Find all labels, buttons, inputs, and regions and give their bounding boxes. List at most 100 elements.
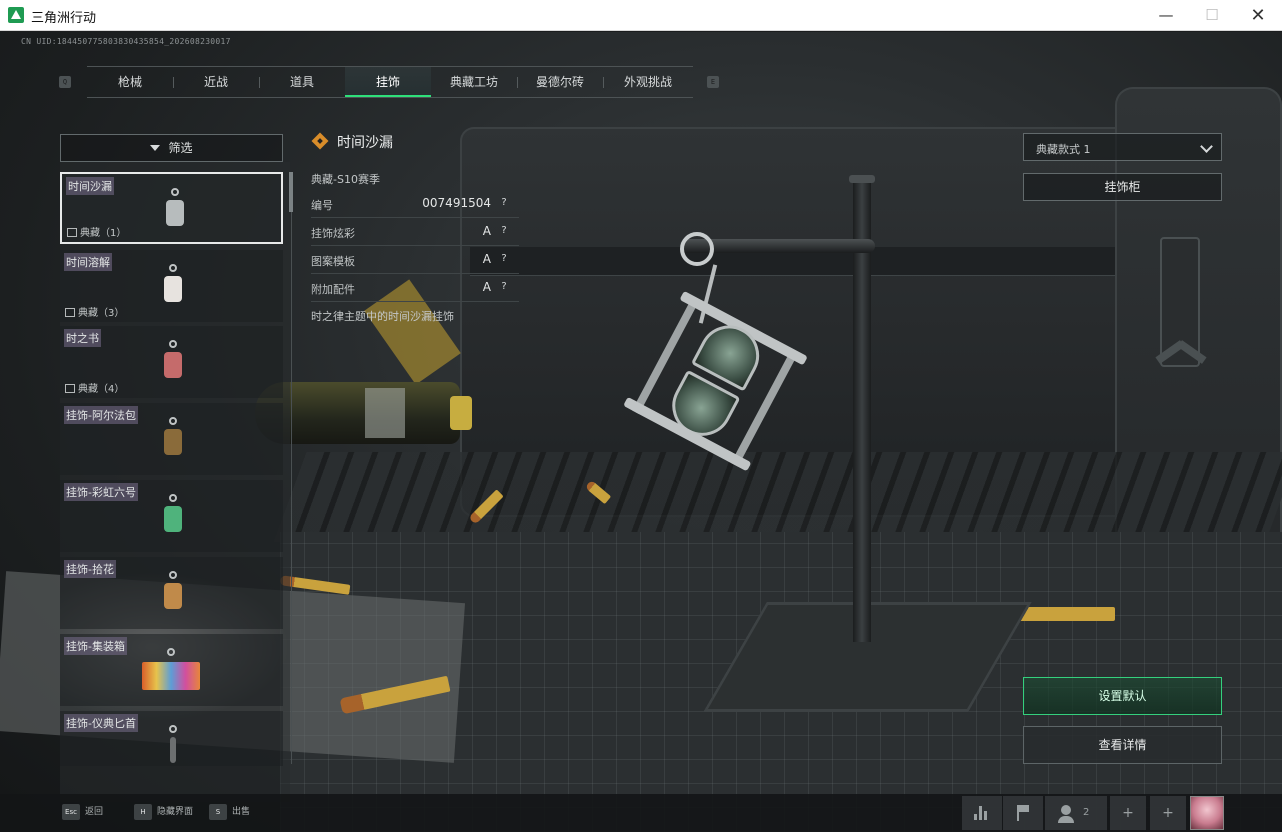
filter-label: 筛选: [168, 141, 193, 155]
tab-charms[interactable]: 挂饰: [345, 67, 431, 97]
friends-button[interactable]: 2: [1045, 796, 1107, 830]
property-row-pattern: 图案模板 A ?: [311, 246, 519, 274]
chevron-down-icon: [1200, 140, 1213, 153]
ring: [167, 648, 175, 656]
view-details-button[interactable]: 查看详情: [1023, 726, 1222, 764]
image-icon: [65, 308, 75, 317]
maximize-button[interactable]: ☐: [1189, 0, 1235, 31]
image-icon: [67, 228, 77, 237]
thumb-body: [170, 737, 176, 763]
thumb-body: [142, 662, 200, 690]
hint-label: 出售: [232, 807, 251, 817]
category-tabs: 枪械 近战 道具 挂饰 典藏工坊 曼德尔砖 外观挑战: [87, 66, 693, 98]
key-badge: S: [209, 803, 227, 820]
rarity-label: 典藏（4）: [78, 384, 125, 395]
key-badge: Esc: [62, 803, 80, 820]
property-value: A: [482, 224, 491, 238]
ring: [169, 340, 177, 348]
thumb-body: [164, 429, 182, 455]
property-row-attachment: 附加配件 A ?: [311, 274, 519, 302]
property-label: 图案模板: [311, 255, 355, 268]
list-item[interactable]: 时间沙漏 典藏（1）: [60, 172, 283, 244]
item-name: 挂饰-阿尔法包: [64, 406, 138, 424]
close-button[interactable]: ✕: [1235, 0, 1281, 31]
list-item[interactable]: 时间溶解 典藏（3）: [60, 250, 283, 322]
thumb-body: [164, 276, 182, 302]
charm-hook: [680, 232, 714, 266]
thumb-body: [164, 506, 182, 532]
list-item[interactable]: 挂饰-彩虹六号: [60, 480, 283, 552]
item-name: 挂饰-仪典匕首: [64, 714, 138, 732]
image-icon: [65, 384, 75, 393]
ring: [169, 264, 177, 272]
app-logo-icon: [8, 7, 24, 23]
help-icon[interactable]: ?: [497, 252, 511, 266]
help-icon[interactable]: ?: [497, 224, 511, 238]
tab-prev-key[interactable]: Q: [59, 76, 71, 88]
hint-hide-ui[interactable]: H 隐藏界面: [134, 801, 193, 823]
property-row-iridescence: 挂饰炫彩 A ?: [311, 218, 519, 246]
list-scrollbar[interactable]: [289, 172, 293, 212]
thumb-body: [164, 352, 182, 378]
hint-label: 隐藏界面: [157, 807, 194, 817]
list-divider: [291, 172, 292, 764]
bar-chart-icon: [974, 806, 990, 820]
set-default-button[interactable]: 设置默认: [1023, 677, 1222, 715]
item-rarity: 典藏（1）: [67, 224, 126, 239]
season-label: 典藏-S10赛季: [311, 173, 380, 186]
property-label: 附加配件: [311, 283, 355, 296]
add-slot-button[interactable]: +: [1150, 796, 1186, 830]
bottle-cap: [450, 396, 472, 430]
style-dropdown-value: 典藏款式 1: [1036, 143, 1091, 156]
ring: [169, 417, 177, 425]
list-item[interactable]: 挂饰-集装箱: [60, 634, 283, 706]
avatar[interactable]: [1190, 796, 1224, 830]
list-item[interactable]: 时之书 典藏（4）: [60, 326, 283, 398]
list-item[interactable]: 挂饰-拾花: [60, 557, 283, 629]
tab-melee[interactable]: 近战: [173, 67, 259, 97]
charm-list[interactable]: 时间沙漏 典藏（1） 时间溶解 典藏（3） 时之书 典藏（4） 挂饰-阿尔法包 …: [60, 172, 283, 766]
tab-next-key[interactable]: E: [707, 76, 719, 88]
tab-mandel-brick[interactable]: 曼德尔砖: [517, 67, 603, 97]
item-thumbnail: [158, 571, 188, 615]
style-dropdown[interactable]: 典藏款式 1: [1023, 133, 1222, 161]
bottle-label: [365, 388, 405, 438]
tab-props[interactable]: 道具: [259, 67, 345, 97]
hint-sell[interactable]: S 出售: [209, 801, 250, 823]
window-title: 三角洲行动: [31, 10, 97, 25]
display-stand-cap: [849, 175, 875, 183]
item-description: 时之律主题中的时间沙漏挂饰: [311, 310, 454, 323]
item-thumbnail: [158, 494, 188, 538]
property-value: A: [482, 252, 491, 266]
tab-guns[interactable]: 枪械: [87, 67, 173, 97]
tab-collection-workshop[interactable]: 典藏工坊: [431, 67, 517, 97]
thumb-body: [166, 200, 184, 226]
property-label: 挂饰炫彩: [311, 227, 355, 240]
funnel-icon: [150, 144, 161, 151]
list-item[interactable]: 挂饰-仪典匕首: [60, 711, 283, 766]
help-icon[interactable]: ?: [497, 280, 511, 294]
property-value: 007491504: [422, 196, 491, 210]
item-name: 时间沙漏: [66, 177, 114, 195]
item-thumbnail: [140, 648, 202, 692]
filter-button[interactable]: 筛选: [60, 134, 283, 162]
add-slot-button[interactable]: +: [1110, 796, 1146, 830]
minimize-button[interactable]: —: [1143, 0, 1189, 31]
list-item[interactable]: 挂饰-阿尔法包: [60, 403, 283, 475]
hint-back[interactable]: Esc 返回: [62, 801, 103, 823]
ring: [171, 188, 179, 196]
charm-cabinet-button[interactable]: 挂饰柜: [1023, 173, 1222, 201]
item-name: 时之书: [64, 329, 101, 347]
hourglass-body: [616, 290, 814, 472]
hourglass-charm[interactable]: [610, 232, 810, 482]
person-icon: [1058, 805, 1074, 823]
tab-appearance-challenge[interactable]: 外观挑战: [603, 67, 693, 97]
ring: [169, 571, 177, 579]
player-uid: CN UID:18445077580383043585​4_2026082300…: [21, 37, 231, 46]
stats-button[interactable]: [962, 796, 1002, 830]
ring: [169, 494, 177, 502]
flag-button[interactable]: [1003, 796, 1043, 830]
item-title: 时间沙漏: [337, 135, 393, 151]
help-icon[interactable]: ?: [497, 196, 511, 210]
item-name: 挂饰-彩虹六号: [64, 483, 138, 501]
